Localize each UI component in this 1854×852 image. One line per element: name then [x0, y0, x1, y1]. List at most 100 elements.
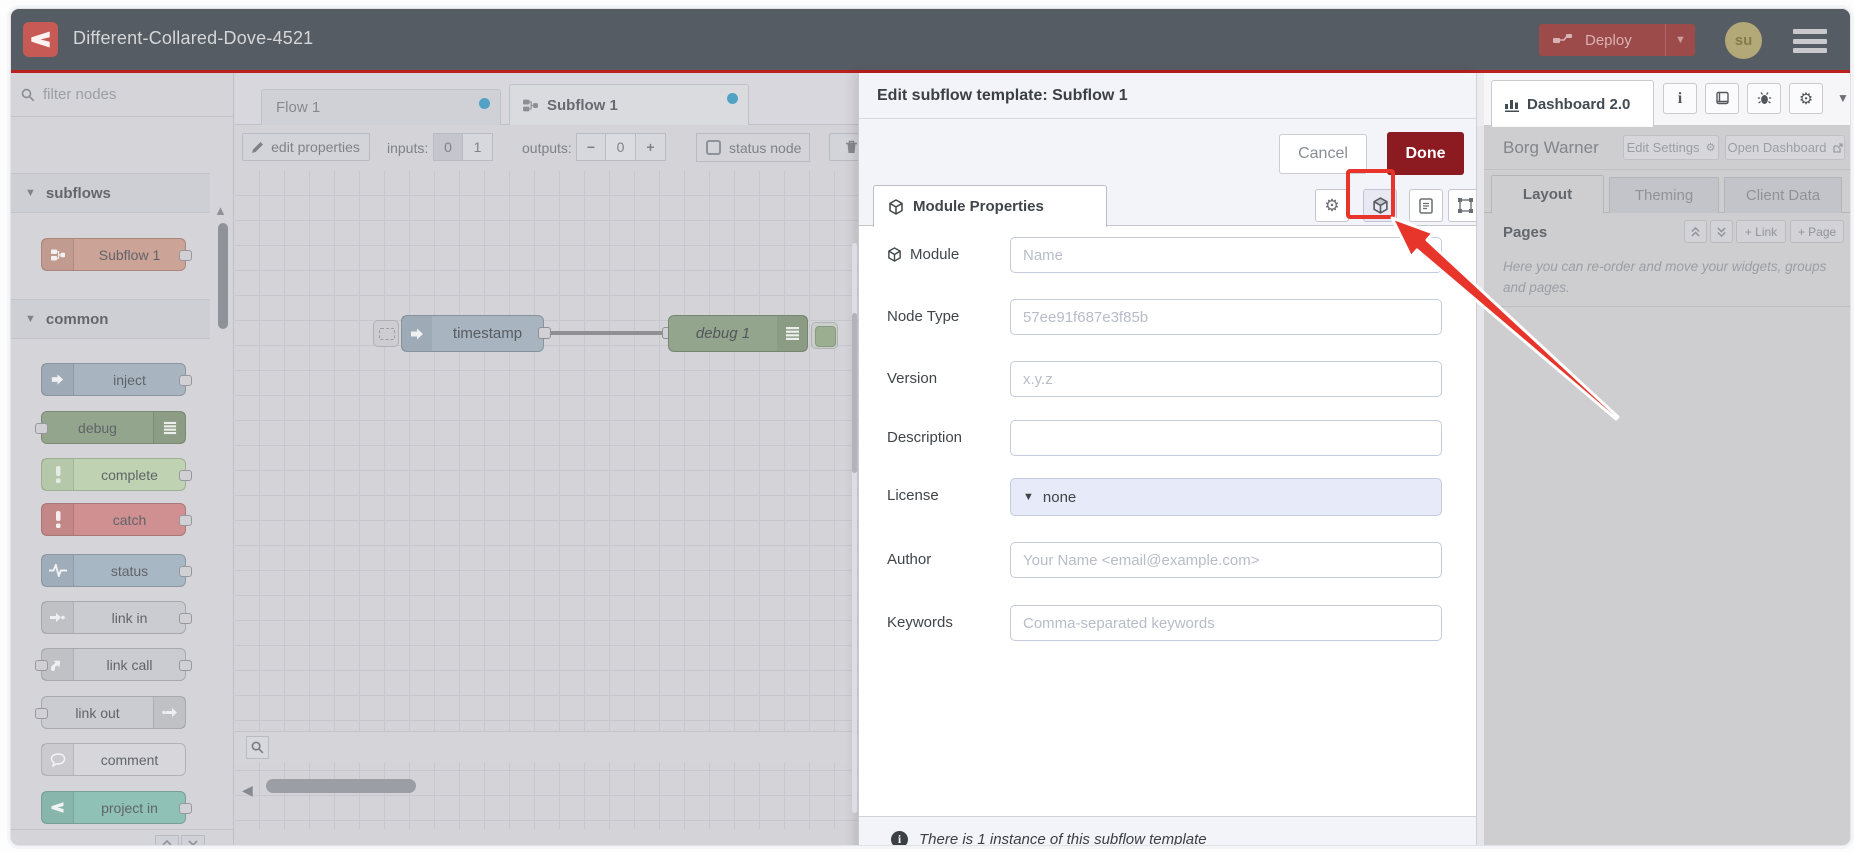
collapse-pages-button[interactable] [1684, 220, 1707, 243]
add-page-button[interactable]: + Page [1790, 220, 1844, 243]
checkbox-icon[interactable] [706, 140, 721, 155]
settings-tab-button[interactable]: ⚙ [1789, 83, 1823, 114]
palette-node-label: project in [101, 799, 158, 816]
tray-title: Edit subflow template: Subflow 1 [877, 86, 1128, 104]
tab-dashboard-2[interactable]: Dashboard 2.0 [1491, 80, 1654, 127]
subflow-output-stub[interactable] [811, 322, 838, 349]
outputs-decrement-button[interactable]: − [576, 133, 606, 161]
palette-node-complete[interactable]: complete [41, 458, 192, 491]
field-label: Author [887, 551, 932, 568]
hamburger-menu-icon[interactable] [1793, 29, 1827, 53]
browser-window: Different-Collared-Dove-4521 Deploy ▼ su… [10, 8, 1851, 846]
palette-node-Subflow-1[interactable]: Subflow 1 [41, 238, 192, 271]
delete-subflow-button[interactable] [829, 133, 859, 161]
avatar[interactable]: su [1725, 22, 1762, 59]
inputs-option-1[interactable]: 1 [463, 133, 493, 161]
palette-node-inject[interactable]: inject [41, 363, 192, 396]
subflow-input-stub[interactable] [373, 320, 399, 347]
sidebar-tabs-dropdown[interactable]: ▼ [1837, 91, 1849, 105]
horizontal-scrollbar[interactable] [266, 779, 416, 793]
help-tab-button[interactable] [1705, 83, 1739, 114]
outputs-count[interactable]: 0 [606, 133, 636, 161]
palette-node-comment[interactable]: comment [41, 743, 186, 776]
sidebar-tab-layout[interactable]: Layout [1491, 175, 1604, 214]
right-port [179, 515, 192, 526]
edit-settings-button[interactable]: Edit Settings ⚙ [1623, 135, 1719, 160]
palette-scrollbar[interactable] [218, 223, 228, 329]
status-node-checkbox[interactable]: status node [696, 133, 810, 162]
palette-node-link-out[interactable]: link out [35, 696, 186, 729]
tab-subflow-1[interactable]: Subflow 1 [509, 84, 749, 125]
modified-dot [727, 93, 738, 104]
right-port [179, 375, 192, 386]
search-icon [251, 741, 264, 754]
form-row-license: License ▼ none [859, 478, 1476, 516]
sidebar-tab-client-data[interactable]: Client Data [1724, 177, 1842, 213]
inject-arrow-icon [42, 364, 74, 395]
palette-node-debug[interactable]: debug [35, 411, 186, 444]
add-link-button[interactable]: + Link [1736, 220, 1786, 243]
palette-node-link-in[interactable]: link in [41, 601, 192, 634]
tab-flow-1[interactable]: Flow 1 [261, 89, 501, 125]
open-dashboard-button[interactable]: Open Dashboard [1725, 135, 1845, 160]
keywords-input[interactable] [1010, 605, 1442, 641]
palette-category-subflows[interactable]: ▼ subflows [11, 173, 210, 213]
zoom-search-button[interactable] [246, 736, 269, 759]
deploy-label: Deploy [1585, 31, 1632, 49]
layout-tab-group: Layout Theming Client Data [1484, 175, 1850, 214]
palette-category-common[interactable]: ▼ common [11, 299, 210, 339]
edit-properties-button[interactable]: edit properties [242, 133, 370, 161]
palette-collapse-all-button[interactable] [155, 835, 179, 845]
bug-icon [1757, 92, 1771, 104]
tray-scrollbar[interactable] [852, 313, 857, 473]
palette-node-label: catch [112, 511, 147, 528]
info-tab-button[interactable]: i [1663, 83, 1697, 114]
deploy-button[interactable]: Deploy ▼ [1539, 24, 1695, 56]
node-debug-1[interactable]: debug 1 [668, 315, 808, 352]
outputs-increment-button[interactable]: + [636, 133, 666, 161]
outputs-stepper[interactable]: − 0 + [576, 133, 666, 161]
properties-gear-button[interactable]: ⚙ [1315, 189, 1349, 222]
cube-icon [888, 198, 904, 215]
node-timestamp[interactable]: timestamp [401, 315, 544, 352]
deploy-dropdown[interactable]: ▼ [1665, 24, 1695, 56]
node-type-input[interactable] [1010, 299, 1442, 335]
palette-node-project-in[interactable]: project in [41, 791, 192, 824]
pages-section-title: Pages [1503, 224, 1548, 241]
comment-icon [42, 744, 74, 775]
palette-node-link-call[interactable]: link call [35, 648, 192, 681]
lines-icon [777, 316, 807, 351]
debug-tab-button[interactable] [1747, 83, 1781, 114]
pulse-icon [42, 555, 74, 586]
gear-icon: ⚙ [1324, 195, 1340, 215]
cube-icon [887, 247, 902, 262]
right-port [179, 470, 192, 481]
wire [544, 331, 669, 335]
module-input[interactable] [1010, 237, 1442, 273]
done-button[interactable]: Done [1387, 132, 1464, 175]
version-input[interactable] [1010, 361, 1442, 397]
palette-expand-all-button[interactable] [181, 835, 205, 845]
flow-workspace: Flow 1 Subflow 1 edit properties inputs:… [235, 73, 859, 845]
palette-node-label: link call [106, 656, 153, 673]
module-properties-button[interactable] [1363, 189, 1397, 222]
sidebar-tab-theming[interactable]: Theming [1609, 177, 1719, 213]
license-select[interactable]: ▼ none [1010, 478, 1442, 516]
inputs-option-0[interactable]: 0 [433, 133, 463, 161]
palette-node-status[interactable]: status [41, 554, 192, 587]
palette-node-catch[interactable]: catch [41, 503, 192, 536]
description-button[interactable] [1409, 189, 1443, 222]
scroll-left-icon[interactable]: ◀ [242, 782, 253, 799]
palette-scroll-up-icon[interactable]: ▲ [214, 203, 227, 218]
cancel-button[interactable]: Cancel [1279, 134, 1367, 174]
author-input[interactable] [1010, 542, 1442, 578]
output-port[interactable] [538, 327, 551, 339]
tab-module-properties[interactable]: Module Properties [873, 185, 1107, 227]
palette-search-input[interactable]: filter nodes [11, 73, 233, 117]
sidebar-resize-handle[interactable] [1476, 73, 1484, 845]
inputs-toggle[interactable]: 0 1 [433, 133, 493, 161]
expand-pages-button[interactable] [1710, 220, 1733, 243]
dashboard-sidebar: Dashboard 2.0 i ⚙ ▼ Borg Warner Edit Set… [1484, 73, 1850, 845]
description-input[interactable] [1010, 420, 1442, 456]
inputs-label: inputs: [387, 140, 429, 156]
